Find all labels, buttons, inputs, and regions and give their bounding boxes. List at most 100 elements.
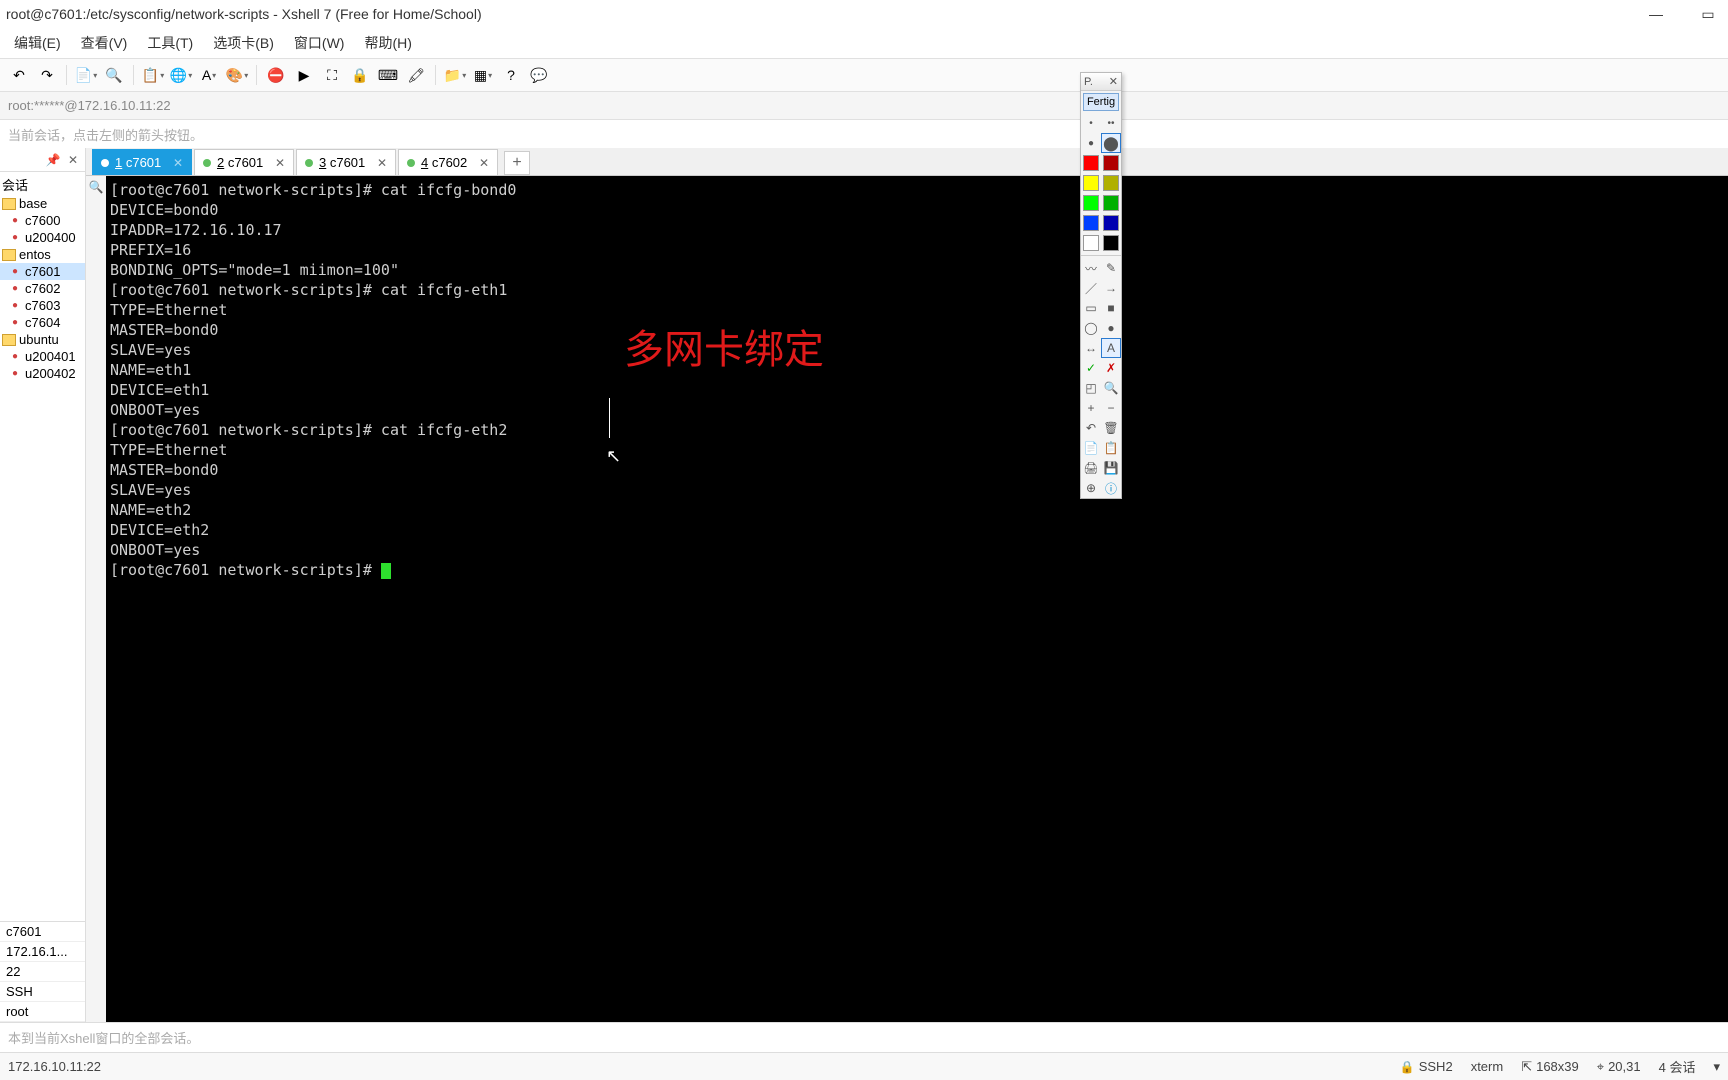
- globe-icon[interactable]: 🌐: [168, 62, 194, 88]
- palette-title[interactable]: P. ✕: [1081, 73, 1121, 91]
- tool-trash-icon[interactable]: 🗑: [1101, 418, 1121, 438]
- host-icon: [8, 299, 22, 313]
- color-swatch[interactable]: [1101, 193, 1121, 213]
- brush-size-option[interactable]: ⬤: [1101, 133, 1121, 153]
- color-swatch[interactable]: [1081, 213, 1101, 233]
- brush-size-option[interactable]: •: [1081, 113, 1101, 133]
- theme-icon[interactable]: 🎨: [224, 62, 250, 88]
- tool-crop-icon[interactable]: ◰: [1081, 378, 1101, 398]
- copy-paste-icon[interactable]: 📋: [140, 62, 166, 88]
- folder-item[interactable]: entos: [0, 246, 85, 263]
- add-folder-icon[interactable]: 📁: [442, 62, 468, 88]
- session-item[interactable]: c7604: [0, 314, 85, 331]
- balloon-icon[interactable]: 💬: [526, 62, 552, 88]
- menu-item[interactable]: 工具(T): [137, 29, 203, 57]
- tool-print-icon[interactable]: 🖨: [1081, 458, 1101, 478]
- session-item[interactable]: c7600: [0, 212, 85, 229]
- close-sidebar-icon[interactable]: ✕: [65, 152, 81, 168]
- color-swatch[interactable]: [1081, 153, 1101, 173]
- minimize-button[interactable]: —: [1640, 2, 1672, 26]
- session-item[interactable]: u200401: [0, 348, 85, 365]
- tool-copy-icon[interactable]: 📄: [1081, 438, 1101, 458]
- tool-pen-icon[interactable]: ✎: [1101, 258, 1121, 278]
- color-swatch[interactable]: [1081, 193, 1101, 213]
- folder-item[interactable]: ubuntu: [0, 331, 85, 348]
- menu-item[interactable]: 选项卡(B): [203, 29, 284, 57]
- session-tree[interactable]: 会话 basec7600u200400entosc7601c7602c7603c…: [0, 172, 85, 921]
- title-bar: root@c7601:/etc/sysconfig/network-script…: [0, 0, 1728, 28]
- tool-save-icon[interactable]: 💾: [1101, 458, 1121, 478]
- tool-minus-icon[interactable]: −: [1101, 398, 1121, 418]
- go-icon[interactable]: ▶: [291, 62, 317, 88]
- tool-plus-icon[interactable]: +: [1081, 398, 1101, 418]
- tool-check-icon[interactable]: ✓: [1081, 358, 1101, 378]
- new-session-icon[interactable]: 📄: [73, 62, 99, 88]
- folder-item[interactable]: base: [0, 195, 85, 212]
- fullscreen-icon[interactable]: ⛶: [319, 62, 345, 88]
- tool-ellipse-o-icon[interactable]: ◯: [1081, 318, 1101, 338]
- tool-arrow2-icon[interactable]: ↔: [1081, 338, 1101, 358]
- color-swatch[interactable]: [1101, 213, 1121, 233]
- tool-wave-icon[interactable]: 〰: [1081, 258, 1101, 278]
- brush-size-option[interactable]: ●: [1081, 133, 1101, 153]
- address-bar[interactable]: root:******@172.16.10.11:22: [0, 92, 1728, 120]
- color-swatch[interactable]: [1081, 173, 1101, 193]
- help-icon[interactable]: ?: [498, 62, 524, 88]
- tool-info-icon[interactable]: ⓘ: [1101, 478, 1121, 498]
- redo-icon[interactable]: ↷: [34, 62, 60, 88]
- session-tab[interactable]: 3 c7601✕: [296, 149, 396, 175]
- color-swatch[interactable]: [1101, 173, 1121, 193]
- close-icon[interactable]: ✕: [1109, 75, 1118, 88]
- highlight-icon[interactable]: 🖍: [403, 62, 429, 88]
- tool-paste-icon[interactable]: 📋: [1101, 438, 1121, 458]
- tool-rect-f-icon[interactable]: ■: [1101, 298, 1121, 318]
- menu-item[interactable]: 编辑(E): [4, 29, 71, 57]
- close-tab-icon[interactable]: ✕: [275, 156, 285, 170]
- close-tab-icon[interactable]: ✕: [479, 156, 489, 170]
- session-item[interactable]: c7603: [0, 297, 85, 314]
- tool-arrow-icon[interactable]: →: [1101, 278, 1121, 298]
- annotation-text: 多网卡绑定: [624, 340, 824, 360]
- session-item[interactable]: u200400: [0, 229, 85, 246]
- session-tab[interactable]: 2 c7601✕: [194, 149, 294, 175]
- color-swatch[interactable]: [1101, 153, 1121, 173]
- send-to-all-bar[interactable]: 本到当前Xshell窗口的全部会话。: [0, 1022, 1728, 1052]
- undo-icon[interactable]: ↶: [6, 62, 32, 88]
- tool-line-icon[interactable]: ／: [1081, 278, 1101, 298]
- session-item[interactable]: c7601: [0, 263, 85, 280]
- tool-zoom-icon[interactable]: 🔍: [1101, 378, 1121, 398]
- tool-undo-icon[interactable]: ↶: [1081, 418, 1101, 438]
- keyboard-icon[interactable]: ⌨: [375, 62, 401, 88]
- maximize-button[interactable]: ▭: [1692, 2, 1724, 26]
- lock-icon[interactable]: 🔒: [347, 62, 373, 88]
- menu-item[interactable]: 帮助(H): [354, 29, 421, 57]
- drawing-palette[interactable]: P. ✕ Fertig •••●⬤ 〰✎／→▭■◯●↔A✓✗◰🔍+−↶🗑📄📋🖨💾…: [1080, 72, 1122, 499]
- session-item[interactable]: c7602: [0, 280, 85, 297]
- search-icon[interactable]: 🔍: [89, 180, 104, 194]
- search-icon[interactable]: 🔍: [101, 62, 127, 88]
- session-tab[interactable]: 4 c7602✕: [398, 149, 498, 175]
- menu-item[interactable]: 查看(V): [71, 29, 138, 57]
- session-tab[interactable]: 1 c7601✕: [92, 149, 192, 175]
- close-tab-icon[interactable]: ✕: [173, 156, 183, 170]
- done-button[interactable]: Fertig: [1083, 93, 1119, 111]
- tool-rect-o-icon[interactable]: ▭: [1081, 298, 1101, 318]
- tool-text-icon[interactable]: A: [1101, 338, 1121, 358]
- status-dropdown-icon[interactable]: ▾: [1713, 1059, 1720, 1075]
- close-tab-icon[interactable]: ✕: [377, 156, 387, 170]
- tool-target-icon[interactable]: ⊕: [1081, 478, 1101, 498]
- session-item[interactable]: u200402: [0, 365, 85, 382]
- color-swatch[interactable]: [1081, 233, 1101, 253]
- pin-icon[interactable]: 📌: [45, 152, 61, 168]
- color-swatch[interactable]: [1101, 233, 1121, 253]
- layout-icon[interactable]: ▦: [470, 62, 496, 88]
- stop-icon[interactable]: ⛔: [263, 62, 289, 88]
- add-tab-button[interactable]: +: [504, 151, 530, 175]
- terminal[interactable]: [root@c7601 network-scripts]# cat ifcfg-…: [106, 176, 1728, 1022]
- brush-size-option[interactable]: ••: [1101, 113, 1121, 133]
- font-icon[interactable]: A: [196, 62, 222, 88]
- tool-x-icon[interactable]: ✗: [1101, 358, 1121, 378]
- menu-item[interactable]: 窗口(W): [284, 29, 355, 57]
- host-icon: [8, 367, 22, 381]
- tool-ellipse-f-icon[interactable]: ●: [1101, 318, 1121, 338]
